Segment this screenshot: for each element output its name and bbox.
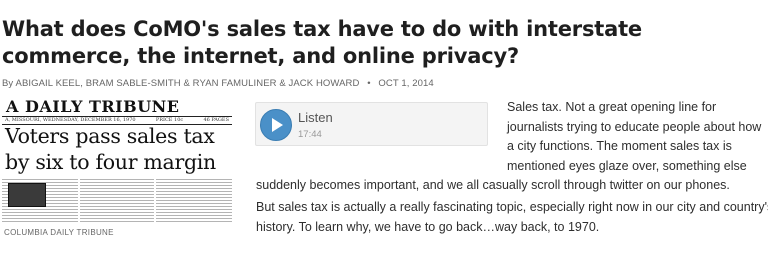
listen-label: Listen (298, 110, 333, 125)
paragraph-line: Sales tax. Not a great opening line for (507, 100, 717, 114)
article-headline: What does CoMO's sales tax have to do wi… (2, 17, 642, 68)
byline-separator: • (367, 78, 371, 89)
newspaper-photo (8, 183, 46, 207)
play-button[interactable] (260, 109, 292, 141)
image-credit: COLUMBIA DAILY TRIBUNE (4, 228, 114, 237)
paragraph-line: journalists trying to educate people abo… (507, 119, 762, 134)
audio-duration: 17:44 (298, 129, 322, 140)
audio-player: Listen 17:44 (255, 102, 488, 146)
paragraph-1: Sales tax. Not a great opening line for … (507, 98, 762, 176)
newspaper-clipping-image: A DAILY TRIBUNE A, MISSOURI, WEDNESDAY, … (2, 97, 232, 223)
newspaper-banner-headline: Voters pass sales tax by six to four mar… (5, 123, 216, 175)
byline-date: OCT 1, 2014 (378, 78, 434, 89)
banner-line-1: Voters pass sales tax (5, 124, 215, 148)
play-icon (272, 118, 283, 132)
paragraph-1-continued: suddenly becomes important, and we all c… (256, 178, 730, 192)
byline-prefix: By (2, 78, 14, 89)
paragraph-line: a city functions. The moment sales tax i… (507, 139, 732, 153)
newspaper-masthead: A DAILY TRIBUNE (6, 97, 180, 116)
paragraph-line: mentioned eyes glaze over, something els… (507, 158, 747, 173)
byline: By ABIGAIL KEEL, BRAM SABLE-SMITH & RYAN… (2, 78, 434, 89)
paragraph-line: But sales tax is actually a really fasci… (256, 200, 768, 214)
banner-line-2: by six to four margin (5, 150, 216, 174)
column-divider (154, 179, 156, 223)
column-divider (78, 179, 80, 223)
paragraph-line: history. To learn why, we have to go bac… (256, 219, 600, 234)
paragraph-2: But sales tax is actually a really fasci… (256, 198, 768, 237)
byline-authors[interactable]: ABIGAIL KEEL, BRAM SABLE-SMITH & RYAN FA… (16, 78, 360, 89)
